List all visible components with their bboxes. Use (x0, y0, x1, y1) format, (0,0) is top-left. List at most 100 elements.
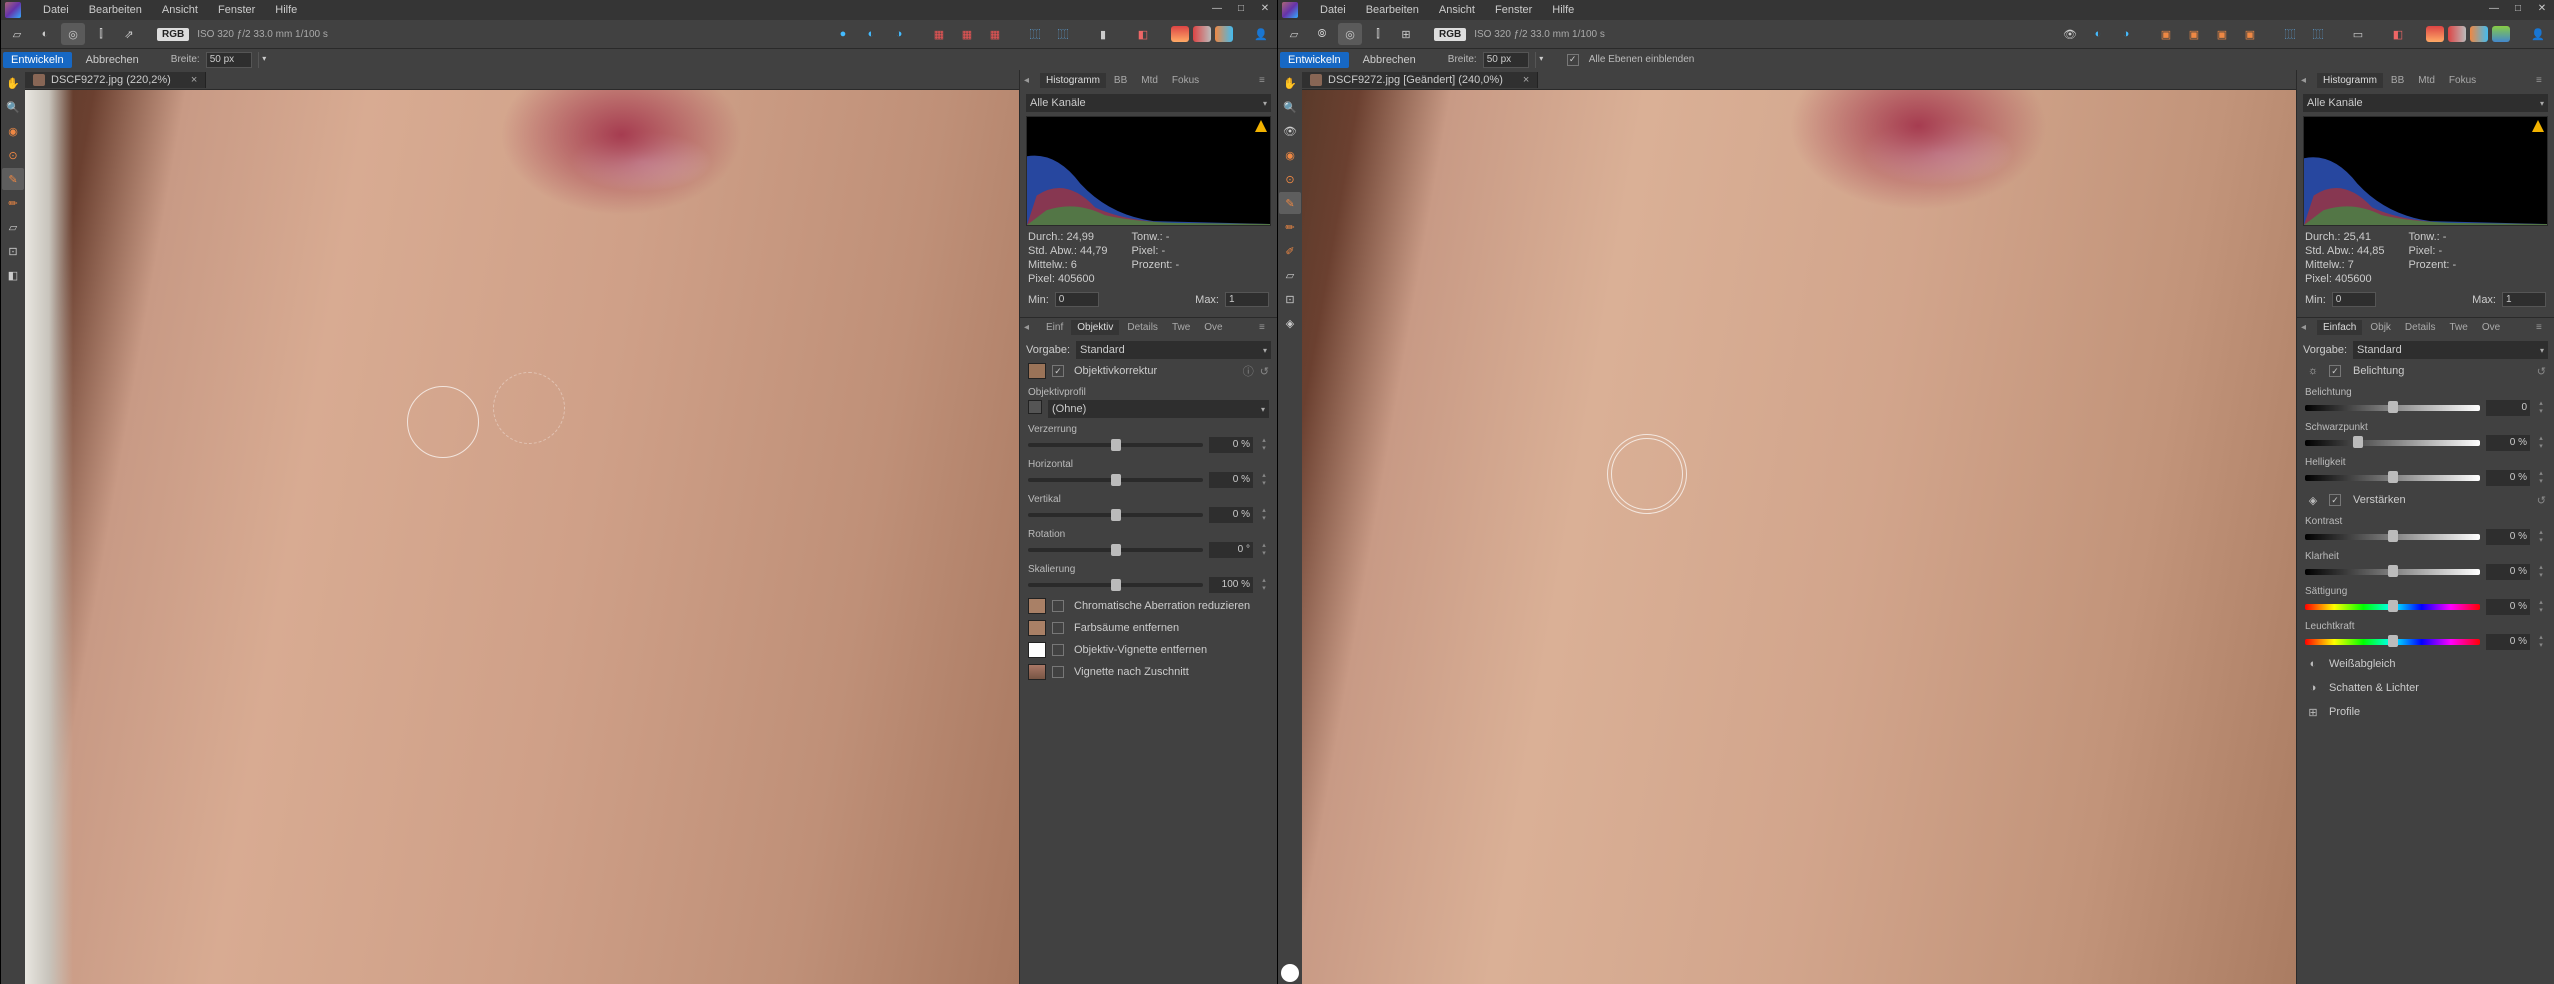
menu-window[interactable]: Fenster (1485, 2, 1542, 18)
exposure-slider[interactable] (2305, 405, 2480, 411)
redeye-tool-icon[interactable]: ⊙ (1279, 168, 1301, 190)
tab-ove[interactable]: Ove (1198, 320, 1228, 335)
overlay-grad-icon[interactable]: ◧ (2, 264, 24, 286)
scale-slider[interactable] (1028, 583, 1203, 587)
tab-ove[interactable]: Ove (2476, 320, 2506, 335)
cancel-button[interactable]: Abbrechen (78, 52, 147, 68)
panel-toggle-icon[interactable]: ◂ (2301, 322, 2315, 333)
persona-tonemap-icon[interactable]: ⫿ (89, 23, 113, 45)
wb-tool-icon[interactable]: ◉ (1279, 144, 1301, 166)
vibrance-value[interactable]: 0 % (2486, 634, 2530, 650)
persona-export-icon[interactable]: ⇗ (117, 23, 141, 45)
lenscorr-toggle[interactable] (1052, 365, 1064, 377)
clip-d-icon[interactable]: ▣ (2238, 23, 2262, 45)
exposure-section-toggle[interactable] (2329, 365, 2341, 377)
persona-export-icon[interactable]: ⊞ (1394, 23, 1418, 45)
clip-a-icon[interactable]: ▣ (2154, 23, 2178, 45)
compare-v-icon[interactable]: ⿲ (2306, 23, 2330, 45)
max-input[interactable] (1225, 292, 1269, 307)
blemish-tool-icon[interactable]: ✎ (2, 168, 24, 190)
tab-fokus[interactable]: Fokus (1166, 73, 1205, 88)
distortion-stepper[interactable]: ▴▾ (1259, 437, 1269, 453)
clarity-stepper[interactable]: ▴▾ (2536, 564, 2546, 580)
swatch-icon[interactable]: ◧ (1131, 23, 1155, 45)
persona-liquify-icon[interactable]: ◐ (33, 23, 57, 45)
vertical-stepper[interactable]: ▴▾ (1259, 507, 1269, 523)
document-tab[interactable]: DSCF9272.jpg [Geändert] (240,0%) × (1302, 72, 1538, 88)
crop-tool-icon[interactable]: ⊡ (2, 240, 24, 262)
menu-window[interactable]: Fenster (208, 2, 265, 18)
persona-photo-icon[interactable]: ▱ (5, 23, 29, 45)
clip-shadow-icon[interactable]: ▦ (927, 23, 951, 45)
wb-tool-icon[interactable]: ◉ (2, 120, 24, 142)
brightness-stepper[interactable]: ▴▾ (2536, 470, 2546, 486)
mesh-tool-icon[interactable]: ◈ (1279, 312, 1301, 334)
single-view-icon[interactable]: ▮ (1091, 23, 1115, 45)
preset-dropdown[interactable]: Standard (1076, 341, 1271, 359)
contrast-value[interactable]: 0 % (2486, 529, 2530, 545)
document-tab[interactable]: DSCF9272.jpg (220,2%) × (25, 72, 206, 88)
distortion-value[interactable]: 0 % (1209, 437, 1253, 453)
develop-button[interactable]: Entwickeln (1280, 52, 1349, 68)
tab-bb[interactable]: BB (2385, 73, 2410, 88)
user-icon[interactable]: 👤 (2526, 23, 2550, 45)
vertical-value[interactable]: 0 % (1209, 507, 1253, 523)
window-maximize[interactable]: □ (1229, 2, 1253, 18)
saturation-slider[interactable] (2305, 604, 2480, 610)
sync-after-icon[interactable]: ⿲ (1051, 23, 1075, 45)
min-input[interactable] (2332, 292, 2376, 307)
persona-liquify-icon[interactable]: ⦾ (1310, 23, 1334, 45)
horizontal-value[interactable]: 0 % (1209, 472, 1253, 488)
brightness-slider[interactable] (2305, 475, 2480, 481)
fringe-checkbox[interactable] (1052, 622, 1064, 634)
grad1-icon[interactable] (1171, 26, 1189, 42)
pip-icon[interactable]: ▭ (2346, 23, 2370, 45)
tab-twe[interactable]: Twe (2444, 320, 2474, 335)
reset-icon[interactable]: ↺ (1260, 365, 1269, 378)
panel-toggle-icon[interactable]: ◂ (1024, 75, 1038, 86)
clip-tones-icon[interactable]: ▦ (983, 23, 1007, 45)
menu-edit[interactable]: Bearbeiten (79, 2, 152, 18)
view-tool-icon[interactable]: 👁 (1279, 120, 1301, 142)
width-input[interactable] (206, 52, 252, 68)
cancel-button[interactable]: Abbrechen (1355, 52, 1424, 68)
channel-g-icon[interactable]: ◐ (859, 23, 883, 45)
exposure-stepper[interactable]: ▴▾ (2536, 400, 2546, 416)
rotation-value[interactable]: 0 ° (1209, 542, 1253, 558)
exposure-value[interactable]: 0 (2486, 400, 2530, 416)
tab-histogram[interactable]: Histogramm (2317, 73, 2383, 88)
lensprofile-dropdown[interactable]: (Ohne) (1048, 400, 1269, 418)
zoom-tool-icon[interactable]: 🔍 (2, 96, 24, 118)
channel-split2-icon[interactable]: ◑ (2114, 23, 2138, 45)
panel-menu-icon[interactable]: ≡ (1259, 322, 1273, 333)
width-dropdown[interactable]: ▾ (1535, 52, 1547, 68)
panel-menu-icon[interactable]: ≡ (2536, 75, 2550, 86)
reset-icon[interactable]: ↺ (2537, 365, 2546, 378)
window-minimize[interactable]: — (1205, 2, 1229, 18)
chroma-checkbox[interactable] (1052, 600, 1064, 612)
grad2-icon[interactable] (1193, 26, 1211, 42)
window-close[interactable]: ✕ (1253, 2, 1277, 18)
panel-menu-icon[interactable]: ≡ (2536, 322, 2550, 333)
menu-help[interactable]: Hilfe (1542, 2, 1584, 18)
overlay-paint-icon[interactable]: ✏ (1279, 216, 1301, 238)
distortion-slider[interactable] (1028, 443, 1203, 447)
profile-accordion[interactable]: ⊞Profile (2303, 700, 2548, 724)
hand-tool-icon[interactable]: ✋ (1279, 72, 1301, 94)
rotation-stepper[interactable]: ▴▾ (1259, 542, 1269, 558)
menu-edit[interactable]: Bearbeiten (1356, 2, 1429, 18)
menu-view[interactable]: Ansicht (152, 2, 208, 18)
menu-file[interactable]: Datei (33, 2, 79, 18)
overlay-erase-icon[interactable]: ✐ (1279, 240, 1301, 262)
rotation-slider[interactable] (1028, 548, 1203, 552)
lut1-icon[interactable] (2426, 26, 2444, 42)
tab-einf[interactable]: Einf (1040, 320, 1069, 335)
canvas-viewport[interactable] (1302, 90, 2296, 984)
channels-dropdown[interactable]: Alle Kanäle (1026, 94, 1271, 112)
clarity-value[interactable]: 0 % (2486, 564, 2530, 580)
channel-b-icon[interactable]: ◑ (887, 23, 911, 45)
vibrance-stepper[interactable]: ▴▾ (2536, 634, 2546, 650)
channel-r-icon[interactable]: ● (831, 23, 855, 45)
brightness-value[interactable]: 0 % (2486, 470, 2530, 486)
persona-photo-icon[interactable]: ▱ (1282, 23, 1306, 45)
